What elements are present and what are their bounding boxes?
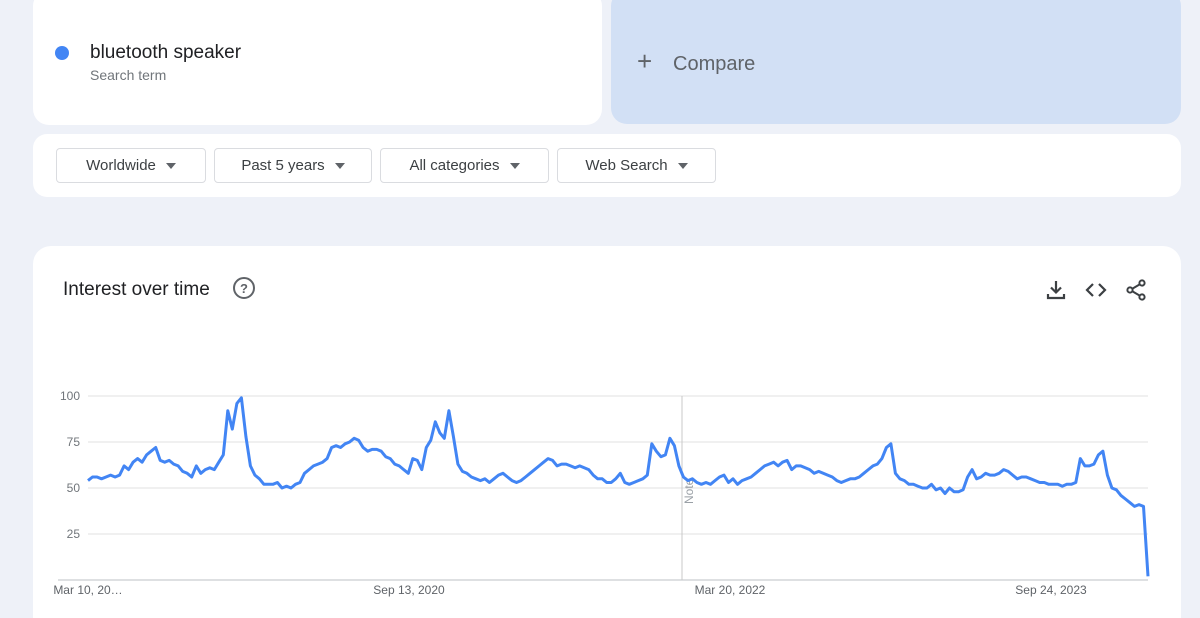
series-line-bluetooth-speaker[interactable] — [87, 396, 1150, 577]
x-tick-label: Mar 10, 20… — [53, 583, 122, 597]
x-tick-label: Sep 24, 2023 — [1015, 583, 1087, 597]
y-tick-label: 25 — [67, 527, 81, 541]
x-tick-label: Mar 20, 2022 — [695, 583, 766, 597]
interest-chart[interactable]: 25 50 75 100 Mar 10, 20… Sep 13, 2020 Mar 20,… — [0, 0, 1200, 618]
note-marker-label[interactable]: Note — [682, 478, 696, 504]
y-tick-label: 50 — [67, 481, 81, 495]
x-tick-label: Sep 13, 2020 — [373, 583, 445, 597]
y-tick-label: 100 — [60, 389, 80, 403]
y-tick-label: 75 — [67, 435, 81, 449]
